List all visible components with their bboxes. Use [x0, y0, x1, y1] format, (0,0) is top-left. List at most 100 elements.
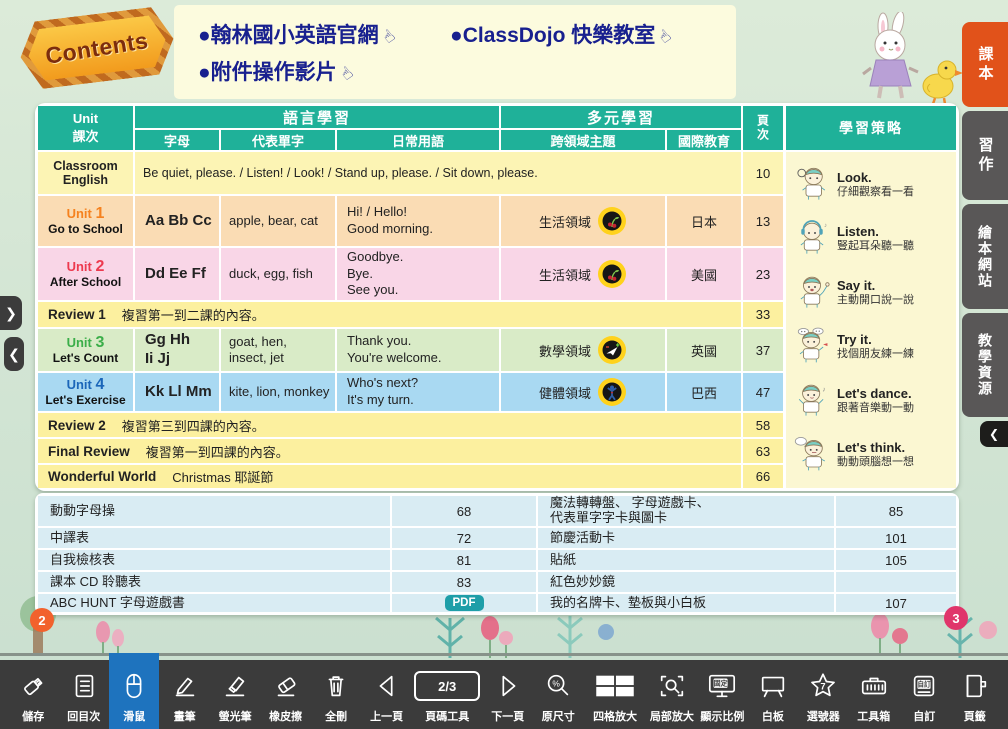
header-unit: Unit 課次: [38, 106, 133, 150]
svg-text:♪: ♪: [822, 387, 825, 394]
appendix-page: 105: [836, 550, 956, 570]
header-language-learning: 語言學習: [135, 106, 499, 128]
sidebar-tab-workbook[interactable]: 習作: [962, 111, 1008, 200]
chevron-left-icon: ❮: [989, 427, 999, 441]
page-number: 47: [743, 373, 783, 411]
page-number: 13: [743, 196, 783, 246]
page-indicator[interactable]: 2/3: [414, 671, 480, 701]
appendix-pdf-cell: PDF: [392, 594, 536, 612]
unit3-phrases: Thank you. You're welcome.: [337, 329, 499, 371]
magnifier-percent-icon: %: [543, 667, 573, 705]
next-page-button[interactable]: 下一頁: [483, 660, 533, 729]
headphones-robot-icon: ♪: [794, 219, 830, 259]
contents-list-icon: [69, 667, 99, 705]
svg-text:%: %: [553, 678, 561, 688]
sidebar-tab-teaching-resources[interactable]: 教學資源: [962, 313, 1008, 417]
unit3-domain: 數學領域: [501, 329, 665, 371]
sidebar-tab-textbook[interactable]: 課本: [962, 22, 1008, 107]
eraser-icon: [271, 667, 301, 705]
mouse-tool-button[interactable]: 滑鼠: [109, 653, 159, 729]
life-curriculum-badge: [597, 206, 627, 236]
save-button[interactable]: 儲存: [8, 660, 58, 729]
whiteboard-button[interactable]: 白板: [748, 660, 798, 729]
whiteboard-icon: [758, 667, 788, 705]
svg-text:7: 7: [821, 681, 826, 691]
four-pane-zoom-button[interactable]: 四格放大: [584, 660, 647, 729]
appendix-item: ABC HUNT 字母遊戲書: [38, 594, 390, 612]
hand-pointer-icon: ☝: [655, 26, 676, 48]
hand-pointer-icon: ☝: [336, 63, 357, 85]
expand-left-panel-button[interactable]: ❯: [0, 296, 22, 330]
partial-zoom-button[interactable]: 局部放大: [647, 660, 697, 729]
highlighter-tool-button[interactable]: 螢光筆: [210, 660, 260, 729]
appendix-item: 中譯表: [38, 528, 390, 548]
unit2-domain: 生活領域: [501, 248, 665, 300]
unit4-domain: 健體領域: [501, 373, 665, 411]
appendix-page: [836, 572, 956, 592]
appendix-page: 72: [392, 528, 536, 548]
header-daily-phrases: 日常用語: [337, 130, 499, 150]
save-icon: [18, 667, 48, 705]
contents-banner: Contents: [16, 5, 177, 91]
number-picker-button[interactable]: 7 選號器: [798, 660, 848, 729]
unit1-country: 日本: [667, 196, 741, 246]
unit2-letters: Dd Ee Ff: [135, 248, 219, 300]
unit4-words: kite, lion, monkey: [221, 373, 335, 411]
customize-button[interactable]: 自訂 自訂: [899, 660, 949, 729]
classroom-english-content: Be quiet, please. / Listen! / Look! / St…: [135, 152, 741, 194]
previous-page-button[interactable]: 上一頁: [361, 660, 411, 729]
page-number-marker-left: 2: [30, 608, 54, 632]
svg-text:固定: 固定: [714, 679, 729, 688]
link-attachment-video[interactable]: ●附件操作影片☝: [198, 56, 352, 86]
magnifier-robot-icon: [794, 165, 830, 205]
appendix-item: 節慶活動卡: [538, 528, 834, 548]
monitor-fixed-icon: 固定: [706, 667, 738, 705]
unit1-words: apple, bear, cat: [221, 196, 335, 246]
unit4-country: 巴西: [667, 373, 741, 411]
header-learning-strategy: 學習策略: [786, 106, 956, 150]
chevron-left-icon: ❮: [8, 346, 20, 363]
unit1-letters: Aa Bb Cc: [135, 196, 219, 246]
appendix-page: 101: [836, 528, 956, 548]
page-number: 23: [743, 248, 783, 300]
original-size-button[interactable]: % 原尺寸: [533, 660, 583, 729]
strategy-lets-dance: ♪ Let's dance.跟著音樂動一動: [794, 381, 950, 421]
appendix-item: 動動字母操: [38, 496, 390, 526]
page-number-tool[interactable]: 2/3 頁碼工具: [412, 660, 483, 729]
star-number-icon: 7: [808, 667, 838, 705]
previous-page-edge-button[interactable]: ❮: [4, 337, 24, 371]
toolbox-button[interactable]: 工具箱: [849, 660, 899, 729]
appendix-page: 107: [836, 594, 956, 612]
display-ratio-button[interactable]: 固定 顯示比例: [697, 660, 747, 729]
appendix-page: 83: [392, 572, 536, 592]
life-curriculum-badge: [597, 259, 627, 289]
pdf-badge[interactable]: PDF: [445, 595, 484, 611]
page-tabs-button[interactable]: 頁籤: [950, 660, 1000, 729]
unit1-phrases: Hi! / Hello! Good morning.: [337, 196, 499, 246]
sidebar-collapse-button[interactable]: ❮: [980, 421, 1008, 447]
back-to-contents-button[interactable]: 回目次: [58, 660, 108, 729]
header-multi-learning: 多元學習: [501, 106, 741, 128]
thinking-robot-icon: [794, 435, 830, 475]
ebook-reader-screen: Contents ●翰林國小英語官網☝ ●ClassDojo 快樂教室☝ ●附件…: [0, 0, 1008, 729]
appendix-page: 85: [836, 496, 956, 526]
math-badge: [597, 335, 627, 365]
unit4-letters: Kk Ll Mm: [135, 373, 219, 411]
unit2-words: duck, egg, fish: [221, 248, 335, 300]
link-classdojo[interactable]: ●ClassDojo 快樂教室☝: [450, 19, 671, 49]
appendix-item: 貼紙: [538, 550, 834, 570]
unit2-label: Unit 2 After School: [38, 248, 133, 300]
strategy-lets-think: Let's think.動動頭腦想一想: [794, 435, 950, 475]
chevron-right-icon: ❯: [5, 305, 17, 322]
eraser-tool-button[interactable]: 橡皮擦: [260, 660, 310, 729]
delete-all-button[interactable]: 全刪: [311, 660, 361, 729]
link-hanlin-english-site[interactable]: ●翰林國小英語官網☝: [198, 19, 394, 49]
header-letters: 字母: [135, 130, 219, 150]
header-page: 頁次: [743, 106, 783, 150]
sidebar-tab-picturebook-site[interactable]: 繪本網站: [962, 204, 1008, 309]
header-key-words: 代表單字: [221, 130, 335, 150]
syllabus-table: Unit 課次 語言學習 多元學習 頁次 字母 代表單字 日常用語 跨領域主題 …: [38, 106, 783, 488]
appendix-page: 68: [392, 496, 536, 526]
unit3-words: goat, hen, insect, jet: [221, 329, 335, 371]
pen-tool-button[interactable]: 畫筆: [159, 660, 209, 729]
